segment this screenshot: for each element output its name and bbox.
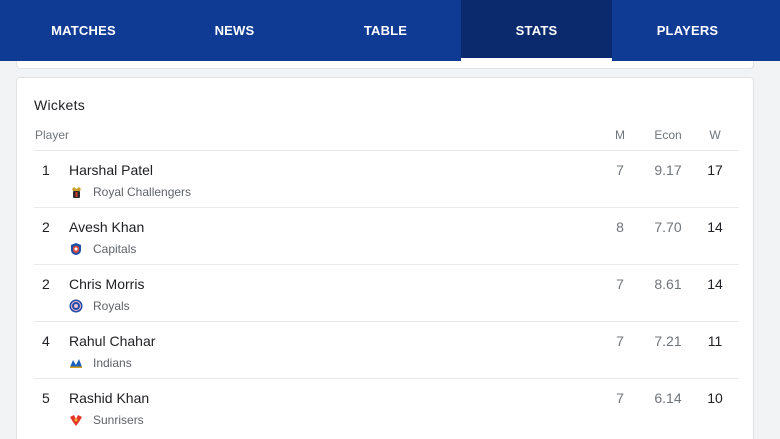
matches-value: 7 bbox=[616, 390, 624, 406]
rank: 1 bbox=[42, 162, 50, 178]
column-header-player: Player bbox=[35, 128, 70, 142]
indians-logo-icon bbox=[69, 356, 83, 370]
econ-value: 7.21 bbox=[654, 333, 682, 349]
previous-card bbox=[16, 61, 754, 69]
royal-challengers-logo-icon bbox=[69, 185, 83, 199]
team-name: Sunrisers bbox=[93, 413, 144, 427]
matches-value: 8 bbox=[616, 219, 624, 235]
wickets-value: 14 bbox=[707, 219, 723, 235]
tab-table[interactable]: TABLE bbox=[310, 0, 461, 61]
column-header-matches: M bbox=[615, 128, 625, 142]
section-title: Wickets bbox=[34, 97, 86, 113]
tab-stats[interactable]: STATS bbox=[461, 0, 612, 61]
team-name: Indians bbox=[93, 356, 132, 370]
table-row[interactable]: 1 Harshal Patel Royal Challengers 7 9.17… bbox=[34, 150, 739, 207]
rank: 2 bbox=[42, 276, 50, 292]
player-name[interactable]: Rahul Chahar bbox=[69, 333, 155, 349]
tab-news[interactable]: NEWS bbox=[159, 0, 310, 61]
player-name[interactable]: Harshal Patel bbox=[69, 162, 153, 178]
table-row[interactable]: 2 Avesh Khan Capitals 8 7.70 14 bbox=[34, 207, 739, 264]
tab-bar: MATCHES NEWS TABLE STATS PLAYERS bbox=[0, 0, 780, 61]
player-name[interactable]: Rashid Khan bbox=[69, 390, 149, 406]
rank: 2 bbox=[42, 219, 50, 235]
column-header-wickets: W bbox=[709, 128, 721, 142]
matches-value: 7 bbox=[616, 162, 624, 178]
royals-logo-icon bbox=[69, 299, 83, 313]
matches-value: 7 bbox=[616, 333, 624, 349]
wickets-card: Wickets Player M Econ W 1 Harshal Patel … bbox=[16, 77, 754, 439]
econ-value: 7.70 bbox=[654, 219, 682, 235]
table-row[interactable]: 4 Rahul Chahar Indians 7 7.21 11 bbox=[34, 321, 739, 378]
player-name[interactable]: Avesh Khan bbox=[69, 219, 144, 235]
matches-value: 7 bbox=[616, 276, 624, 292]
team-name: Royals bbox=[93, 299, 130, 313]
team-name: Royal Challengers bbox=[93, 185, 192, 199]
player-name[interactable]: Chris Morris bbox=[69, 276, 144, 292]
stats-table: 1 Harshal Patel Royal Challengers 7 9.17… bbox=[34, 150, 739, 435]
wickets-value: 14 bbox=[707, 276, 723, 292]
econ-value: 9.17 bbox=[654, 162, 682, 178]
column-header-econ: Econ bbox=[654, 128, 682, 142]
table-row[interactable]: 5 Rashid Khan Sunrisers 7 6.14 10 bbox=[34, 378, 739, 435]
econ-value: 6.14 bbox=[654, 390, 682, 406]
wickets-value: 10 bbox=[707, 390, 723, 406]
team-name: Capitals bbox=[93, 242, 137, 256]
tab-matches[interactable]: MATCHES bbox=[8, 0, 159, 61]
sunrisers-logo-icon bbox=[69, 413, 83, 427]
wickets-value: 11 bbox=[707, 333, 723, 349]
table-row[interactable]: 2 Chris Morris Royals 7 8.61 14 bbox=[34, 264, 739, 321]
rank: 5 bbox=[42, 390, 50, 406]
wickets-value: 17 bbox=[707, 162, 723, 178]
tab-players[interactable]: PLAYERS bbox=[612, 0, 763, 61]
capitals-logo-icon bbox=[69, 242, 83, 256]
econ-value: 8.61 bbox=[654, 276, 682, 292]
rank: 4 bbox=[42, 333, 50, 349]
